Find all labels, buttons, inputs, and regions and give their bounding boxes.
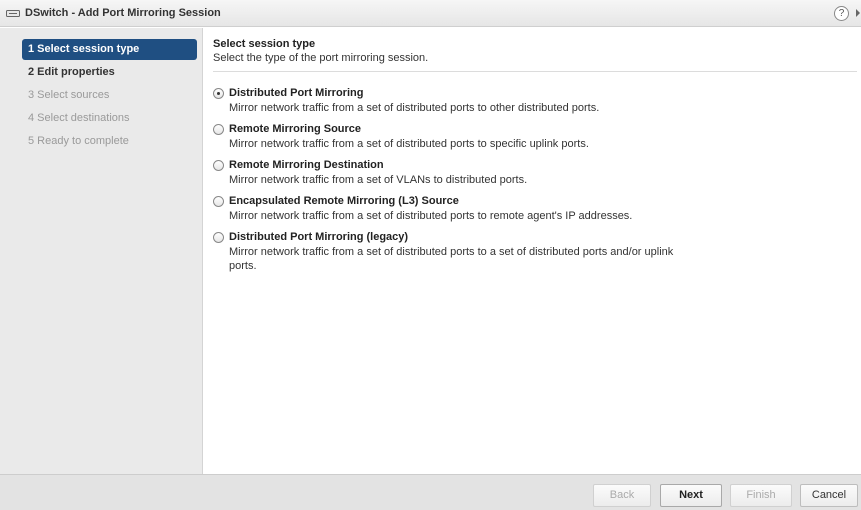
switch-icon	[6, 10, 20, 17]
divider	[213, 71, 857, 72]
expand-arrow-icon[interactable]	[856, 9, 860, 17]
option-description: Mirror network traffic from a set of dis…	[229, 102, 600, 114]
option-encapsulated-remote-mirroring[interactable]: Encapsulated Remote Mirroring (L3) Sourc…	[213, 195, 857, 223]
help-icon[interactable]: ?	[834, 6, 849, 21]
step-edit-properties[interactable]: 2 Edit properties	[22, 62, 197, 83]
option-label[interactable]: Encapsulated Remote Mirroring (L3) Sourc…	[229, 195, 699, 208]
page-title: Select session type	[213, 38, 316, 50]
step-select-destinations: 4 Select destinations	[28, 112, 130, 124]
cancel-button[interactable]: Cancel	[800, 484, 858, 507]
main-content: Select session type Select the type of t…	[213, 28, 857, 474]
option-description: Mirror network traffic from a set of dis…	[229, 246, 674, 272]
option-description: Mirror network traffic from a set of dis…	[229, 210, 633, 222]
radio-button[interactable]	[213, 232, 224, 243]
option-distributed-port-mirroring[interactable]: Distributed Port Mirroring Mirror networ…	[213, 87, 857, 115]
radio-button[interactable]	[213, 160, 224, 171]
option-label[interactable]: Distributed Port Mirroring (legacy)	[229, 231, 699, 244]
radio-button[interactable]	[213, 196, 224, 207]
window-titlebar: DSwitch - Add Port Mirroring Session ?	[0, 0, 861, 27]
option-description: Mirror network traffic from a set of VLA…	[229, 174, 528, 186]
step-select-sources: 3 Select sources	[28, 89, 110, 101]
option-label[interactable]: Remote Mirroring Source	[229, 123, 699, 136]
option-remote-mirroring-source[interactable]: Remote Mirroring Source Mirror network t…	[213, 123, 857, 151]
option-description: Mirror network traffic from a set of dis…	[229, 138, 589, 150]
radio-button[interactable]	[213, 124, 224, 135]
option-remote-mirroring-destination[interactable]: Remote Mirroring Destination Mirror netw…	[213, 159, 857, 187]
back-button[interactable]: Back	[593, 484, 651, 507]
window-title: DSwitch - Add Port Mirroring Session	[25, 7, 221, 19]
option-label[interactable]: Distributed Port Mirroring	[229, 87, 699, 100]
step-select-session-type[interactable]: 1 Select session type	[22, 39, 197, 60]
wizard-footer: Back Next Finish Cancel	[0, 474, 861, 510]
next-button[interactable]: Next	[660, 484, 722, 507]
radio-button[interactable]	[213, 88, 224, 99]
wizard-steps-sidebar: 1 Select session type 2 Edit properties …	[0, 28, 203, 474]
session-type-options: Distributed Port Mirroring Mirror networ…	[213, 87, 857, 273]
finish-button[interactable]: Finish	[730, 484, 792, 507]
page-subtitle: Select the type of the port mirroring se…	[213, 52, 429, 64]
step-ready-to-complete: 5 Ready to complete	[28, 135, 129, 147]
option-label[interactable]: Remote Mirroring Destination	[229, 159, 699, 172]
option-distributed-port-mirroring-legacy[interactable]: Distributed Port Mirroring (legacy) Mirr…	[213, 231, 857, 273]
